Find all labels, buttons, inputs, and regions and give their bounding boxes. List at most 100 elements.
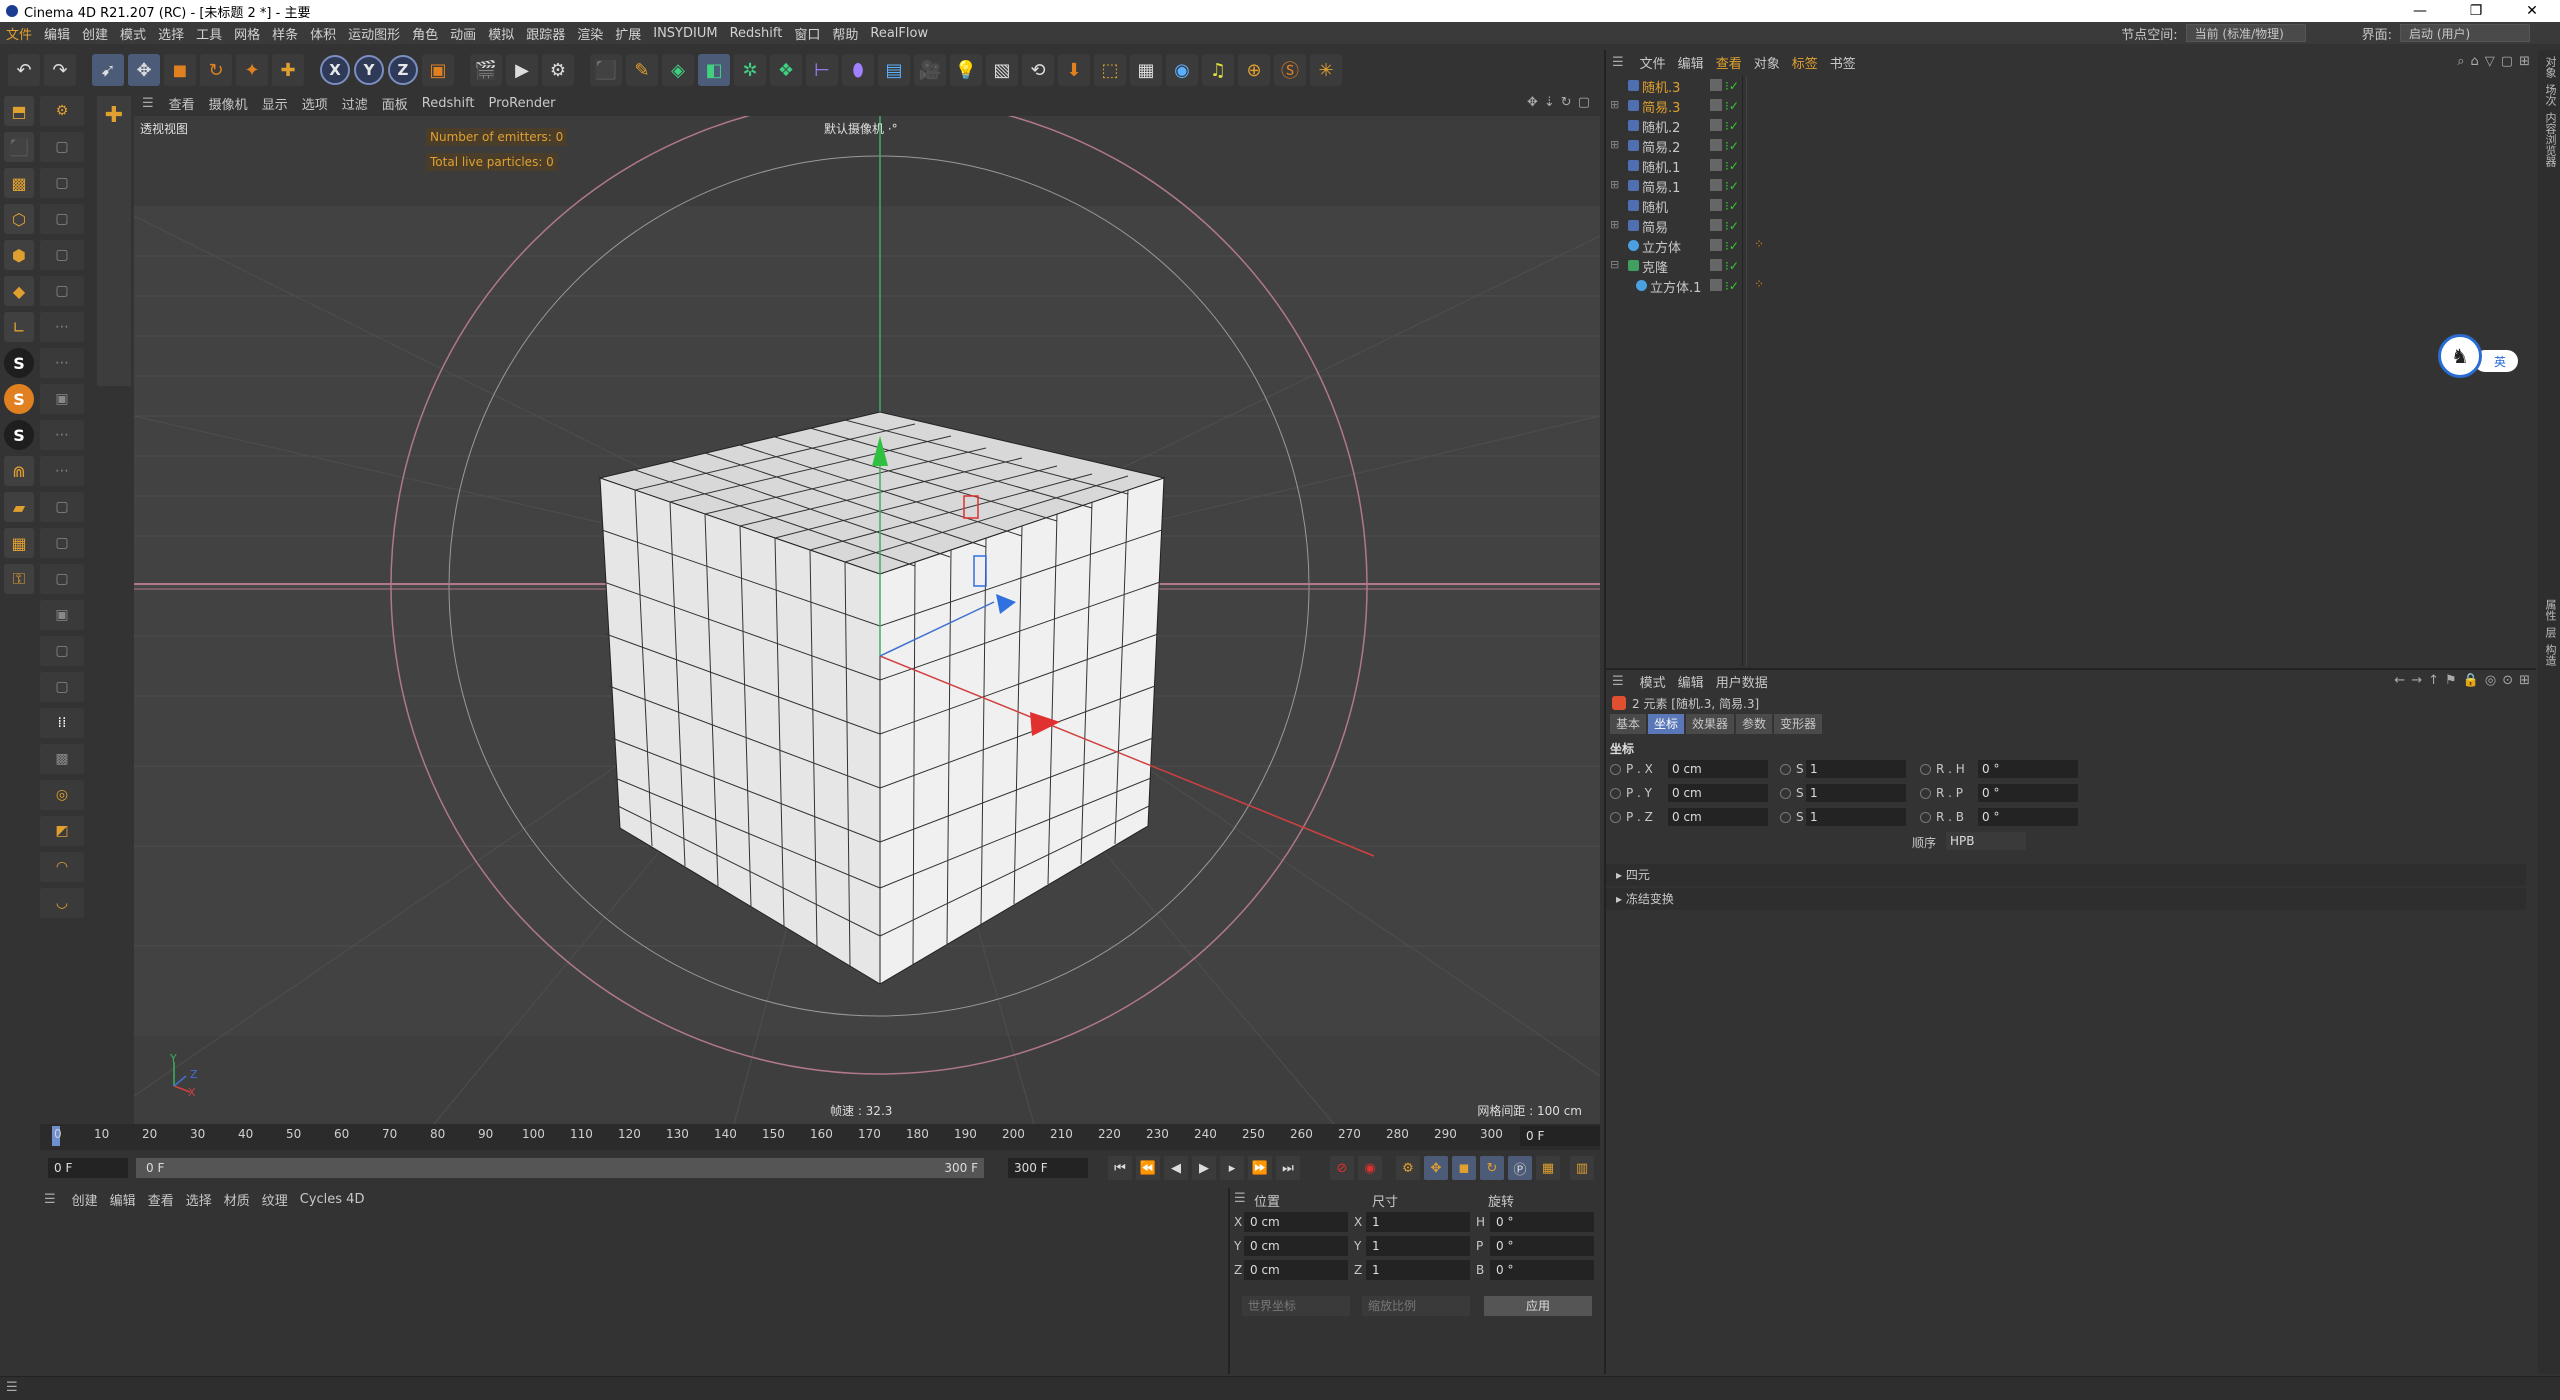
lock-axis-icon[interactable]: ⚿ (4, 564, 34, 594)
palette-item-5[interactable]: ▢ (40, 276, 84, 306)
attribute-menu-edit[interactable]: 编辑 (1672, 672, 1710, 691)
deformer-icon[interactable]: ⊢ (806, 54, 838, 86)
filter-icon[interactable]: ▽ (2485, 54, 2495, 69)
menu-select[interactable]: 选择 (152, 24, 190, 43)
make-editable-icon[interactable]: ⬒ (4, 96, 34, 126)
ime-indicator[interactable]: 英 ♞ (2438, 334, 2522, 380)
scale-z-field[interactable]: 1 (1806, 808, 1906, 826)
axis-x-toggle[interactable]: X (320, 55, 350, 85)
menu-window[interactable]: 窗口 (788, 24, 826, 43)
palette-item-7[interactable]: ⋯ (40, 348, 84, 378)
add-palette-icon[interactable]: ✚ (99, 100, 129, 130)
orbit-icon[interactable]: ↻ (1561, 95, 1572, 110)
interface-select[interactable]: 启动 (用户) (2400, 24, 2530, 42)
prev-frame-icon[interactable]: ◀ (1164, 1156, 1188, 1180)
palette-item-16[interactable]: ▢ (40, 672, 84, 702)
workplane-icon[interactable]: ▰ (4, 492, 34, 522)
list-item[interactable]: 随机.2 ⁝✓ (1606, 116, 1746, 136)
coordinate-system-icon[interactable]: ▣ (422, 54, 454, 86)
animate-radio[interactable] (1610, 788, 1621, 799)
extrude-generator-icon[interactable]: ◧ (698, 54, 730, 86)
menu-tracker[interactable]: 跟踪器 (520, 24, 571, 43)
animate-radio[interactable] (1920, 788, 1931, 799)
side-tab-structure[interactable]: 构造 (2542, 644, 2558, 666)
palette-item-9[interactable]: ⋯ (40, 420, 84, 450)
goto-start-icon[interactable]: ⏮ (1108, 1156, 1132, 1180)
palette-item-4[interactable]: ▢ (40, 240, 84, 270)
spline-select-icon[interactable]: ◩ (40, 816, 84, 846)
target-icon[interactable]: ◎ (2485, 673, 2496, 688)
object-menu-bookmarks[interactable]: 书签 (1824, 53, 1862, 72)
minimize-button[interactable]: — (2392, 0, 2448, 22)
s-plugin-white-icon[interactable]: S (4, 348, 34, 378)
scale-mode-dropdown[interactable]: 缩放比例 (1362, 1296, 1470, 1316)
spline-pen-icon[interactable]: ◎ (40, 780, 84, 810)
material-menu-icon[interactable]: ☰ (44, 1192, 56, 1207)
list-item[interactable]: 随机 ⁝✓ (1606, 196, 1746, 216)
list-item[interactable]: ⊞ 简易 ⁝✓ (1606, 216, 1746, 236)
collapse-icon[interactable]: ⊟ (1610, 258, 1619, 271)
menu-file[interactable]: 文件 (0, 24, 38, 43)
cloner-icon[interactable]: ✲ (734, 54, 766, 86)
side-tab-takes[interactable]: 场次 (2542, 84, 2558, 106)
restore-button[interactable]: ❐ (2448, 0, 2504, 22)
menu-help[interactable]: 帮助 (826, 24, 864, 43)
floor-icon[interactable]: ▤ (878, 54, 910, 86)
animate-radio[interactable] (1780, 764, 1791, 775)
new-window-icon[interactable]: ▢ (2501, 54, 2513, 69)
object-menu-view[interactable]: 查看 (1710, 53, 1748, 72)
picture-viewer-icon[interactable]: ▧ (986, 54, 1018, 86)
palette-item-2[interactable]: ▢ (40, 168, 84, 198)
pos-x-field[interactable]: 0 cm (1668, 760, 1768, 778)
expand-icon[interactable]: ⊞ (1610, 178, 1619, 191)
viewport-menu-camera[interactable]: 摄像机 (202, 94, 255, 113)
object-menu-objects[interactable]: 对象 (1748, 53, 1786, 72)
undo-icon[interactable]: ↶ (8, 54, 40, 86)
rotation-order-select[interactable]: HPB (1946, 832, 2026, 850)
material-menu-edit[interactable]: 编辑 (104, 1190, 142, 1209)
coord-pos-x-field[interactable]: 0 cm (1244, 1212, 1348, 1232)
attribute-menu-icon[interactable]: ☰ (1612, 674, 1624, 689)
attribute-menu-mode[interactable]: 模式 (1634, 672, 1672, 691)
visibility-toggles[interactable]: ⁝✓ (1710, 259, 1739, 273)
viewport-menu-panel[interactable]: 面板 (375, 94, 415, 113)
record-icon[interactable]: ⊘ (1330, 1156, 1354, 1180)
rotate-tool-icon[interactable]: ↻ (200, 54, 232, 86)
autokey-icon[interactable]: ◉ (1358, 1156, 1382, 1180)
start-frame-field[interactable]: 0 F (48, 1158, 128, 1178)
keyframe-selection-icon[interactable]: ⚙ (1396, 1156, 1420, 1180)
arc-select-icon[interactable]: ◡ (40, 888, 84, 918)
list-item[interactable]: 随机.3 ⁝✓ (1606, 76, 1746, 96)
prev-key-icon[interactable]: ⏪ (1136, 1156, 1160, 1180)
apply-button[interactable]: 应用 (1484, 1296, 1592, 1316)
menu-mograph[interactable]: 运动图形 (342, 24, 406, 43)
visibility-toggles[interactable]: ⁝✓ (1710, 99, 1739, 113)
snap-icon[interactable]: ▦ (4, 528, 34, 558)
explode-plugin-icon[interactable]: ✳ (1310, 54, 1342, 86)
goto-end-icon[interactable]: ⏭ (1276, 1156, 1300, 1180)
key-param-icon[interactable]: Ⓟ (1508, 1156, 1532, 1180)
viewport-camera-label[interactable]: 默认摄像机 ·° (824, 120, 898, 137)
key-pla-icon[interactable]: ▦ (1536, 1156, 1560, 1180)
animate-radio[interactable] (1610, 764, 1621, 775)
bookmark-icon[interactable]: ⚑ (2445, 673, 2457, 688)
material-menu-create[interactable]: 创建 (66, 1190, 104, 1209)
visibility-toggles[interactable]: ⁝✓ (1710, 159, 1739, 173)
tab-parameter[interactable]: 参数 (1736, 714, 1773, 734)
render-settings-icon[interactable]: ⚙ (542, 54, 574, 86)
pan-icon[interactable]: ✥ (1527, 95, 1538, 110)
palette-item-1[interactable]: ▢ (40, 132, 84, 162)
visibility-toggles[interactable]: ⁝✓ (1710, 239, 1739, 253)
viewport-menu-icon[interactable]: ☰ (142, 96, 154, 111)
coord-size-y-field[interactable]: 1 (1366, 1236, 1470, 1256)
key-position-icon[interactable]: ✥ (1424, 1156, 1448, 1180)
viewport-menu-filter[interactable]: 过滤 (335, 94, 375, 113)
next-frame-icon[interactable]: ▸ (1220, 1156, 1244, 1180)
lasso-icon[interactable]: ⟲ (1022, 54, 1054, 86)
perspective-viewport[interactable]: 透视视图 默认摄像机 ·° Number of emitters: 0 Tota… (134, 116, 1600, 1124)
polygons-mode-icon[interactable]: ◆ (4, 276, 34, 306)
effector-icon[interactable]: ❖ (770, 54, 802, 86)
rot-h-field[interactable]: 0 ° (1978, 760, 2078, 778)
redo-icon[interactable]: ↷ (44, 54, 76, 86)
arc-tool-icon[interactable]: ◠ (40, 852, 84, 882)
